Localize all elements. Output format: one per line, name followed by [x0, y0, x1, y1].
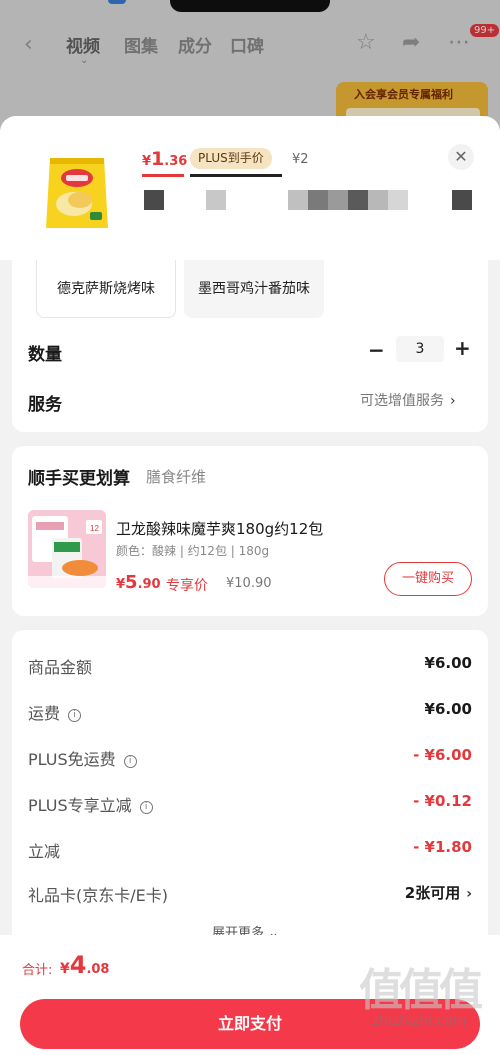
- one-click-buy-button[interactable]: 一键购买: [384, 562, 472, 596]
- redacted-spec-block: [144, 190, 164, 210]
- total-label: 合计:: [22, 963, 53, 978]
- addon-price: ¥5.90: [116, 572, 161, 593]
- redacted-spec-block: [452, 190, 472, 210]
- original-price: ¥2: [292, 152, 309, 167]
- quantity-label: 数量: [28, 345, 62, 365]
- addon-product-name[interactable]: 卫龙酸辣味魔芋爽180g约12包: [116, 518, 323, 539]
- close-icon: ✕: [454, 147, 468, 166]
- chevron-right-icon: ›: [450, 393, 456, 409]
- product-image: [46, 158, 108, 228]
- redacted-spec-block: [288, 190, 408, 210]
- service-label: 服务: [28, 395, 62, 415]
- option-flavor-texas-bbq[interactable]: 德克萨斯烧烤味: [36, 260, 176, 318]
- quantity-decrease-button[interactable]: −: [368, 338, 385, 362]
- total-amount: ¥4.08: [60, 951, 110, 979]
- summary-row-instant-discount: 立减 - ¥1.80: [28, 838, 472, 861]
- addon-subtitle: 膳食纤维: [146, 468, 207, 486]
- price-underline-decoration: [142, 174, 282, 177]
- addon-price-tag: 专享价: [166, 578, 208, 594]
- summary-row-shipping: 运费 i ¥6.00: [28, 700, 472, 723]
- purchase-sheet: ¥1.36 PLUS到手价 ¥2 ✕ 德克萨斯烧烤味 墨西哥鸡汁番茄味 数量 −: [0, 116, 500, 1055]
- dim-overlay: [0, 0, 500, 130]
- product-price: ¥1.36: [142, 148, 188, 170]
- spec-card: 德克萨斯烧烤味 墨西哥鸡汁番茄味 数量 − 3 + 服务 可选增值服务 ›: [12, 260, 488, 432]
- checkout-footer: 合计: ¥4.08 立即支付 值值值 zhizhizhi.com: [0, 935, 500, 1055]
- quantity-increase-button[interactable]: +: [454, 336, 471, 360]
- summary-row-plus-free-shipping: PLUS免运费 i - ¥6.00: [28, 746, 472, 769]
- order-summary-card: 商品金额 ¥6.00 运费 i ¥6.00 PLUS免运费 i - ¥6.00 PL…: [12, 630, 488, 950]
- info-icon[interactable]: i: [68, 709, 82, 722]
- watermark-logo: 值值值: [359, 965, 483, 1016]
- addon-card: 顺手买更划算 膳食纤维 12 卫龙酸辣味魔芋爽180g约12包 颜色：酸辣 | …: [12, 446, 488, 616]
- close-button[interactable]: ✕: [448, 144, 474, 170]
- info-icon[interactable]: i: [123, 755, 137, 768]
- summary-row-goods-amount: 商品金额 ¥6.00: [28, 654, 472, 677]
- addon-title: 顺手买更划算: [28, 469, 130, 489]
- addon-product-image[interactable]: 12: [28, 510, 106, 588]
- addon-original-price: ¥10.90: [226, 576, 272, 591]
- redacted-spec-block: [206, 190, 226, 210]
- summary-row-plus-discount: PLUS专享立减 i - ¥0.12: [28, 792, 472, 815]
- option-flavor-mexican-tomato[interactable]: 墨西哥鸡汁番茄味: [184, 260, 324, 318]
- addon-product-spec: 颜色：酸辣 | 约12包 | 180g: [116, 544, 270, 558]
- service-options-link[interactable]: 可选增值服务 ›: [360, 390, 456, 410]
- svg-text:12: 12: [90, 524, 99, 533]
- info-icon[interactable]: i: [139, 801, 153, 814]
- site-watermark: 值值值 zhizhizhi.com: [344, 965, 494, 1030]
- chevron-right-icon: ›: [466, 886, 472, 902]
- summary-row-gift-card[interactable]: 礼品卡(京东卡/E卡) 2张可用 ›: [28, 882, 472, 906]
- quantity-input[interactable]: 3: [396, 336, 444, 362]
- sheet-header: ¥1.36 PLUS到手价 ¥2 ✕: [0, 116, 500, 260]
- plus-price-tag: PLUS到手价: [190, 148, 272, 169]
